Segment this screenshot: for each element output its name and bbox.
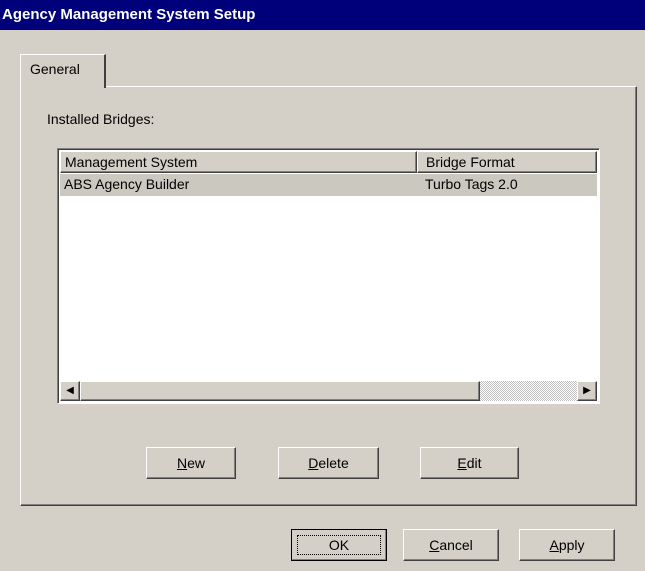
column-header-bridge-format[interactable]: Bridge Format xyxy=(417,151,597,173)
scrollbar-thumb[interactable] xyxy=(80,381,480,401)
window-title: Agency Management System Setup xyxy=(0,0,645,30)
horizontal-scrollbar[interactable]: ◀ ▶ xyxy=(60,381,597,401)
installed-bridges-label: Installed Bridges: xyxy=(47,111,155,127)
scroll-right-arrow-icon[interactable]: ▶ xyxy=(577,381,597,401)
table-row[interactable]: ABS Agency Builder Turbo Tags 2.0 xyxy=(60,174,597,196)
listview-header: Management System Bridge Format xyxy=(60,151,597,173)
delete-button[interactable]: Delete xyxy=(278,447,379,479)
scroll-left-arrow-icon[interactable]: ◀ xyxy=(60,381,80,401)
cell-management-system: ABS Agency Builder xyxy=(64,176,190,192)
apply-button[interactable]: Apply xyxy=(519,529,615,561)
focus-rect xyxy=(297,535,381,555)
edit-button[interactable]: Edit xyxy=(420,447,519,479)
scrollbar-track[interactable] xyxy=(480,381,577,401)
tab-general[interactable]: General xyxy=(20,54,106,88)
bridges-listview[interactable]: Management System Bridge Format ABS Agen… xyxy=(57,148,600,404)
column-header-management-system[interactable]: Management System xyxy=(60,151,417,173)
new-button[interactable]: New xyxy=(146,447,236,479)
cell-bridge-format: Turbo Tags 2.0 xyxy=(425,176,518,192)
cancel-button[interactable]: Cancel xyxy=(403,529,499,561)
ok-button[interactable]: OK xyxy=(291,529,387,561)
